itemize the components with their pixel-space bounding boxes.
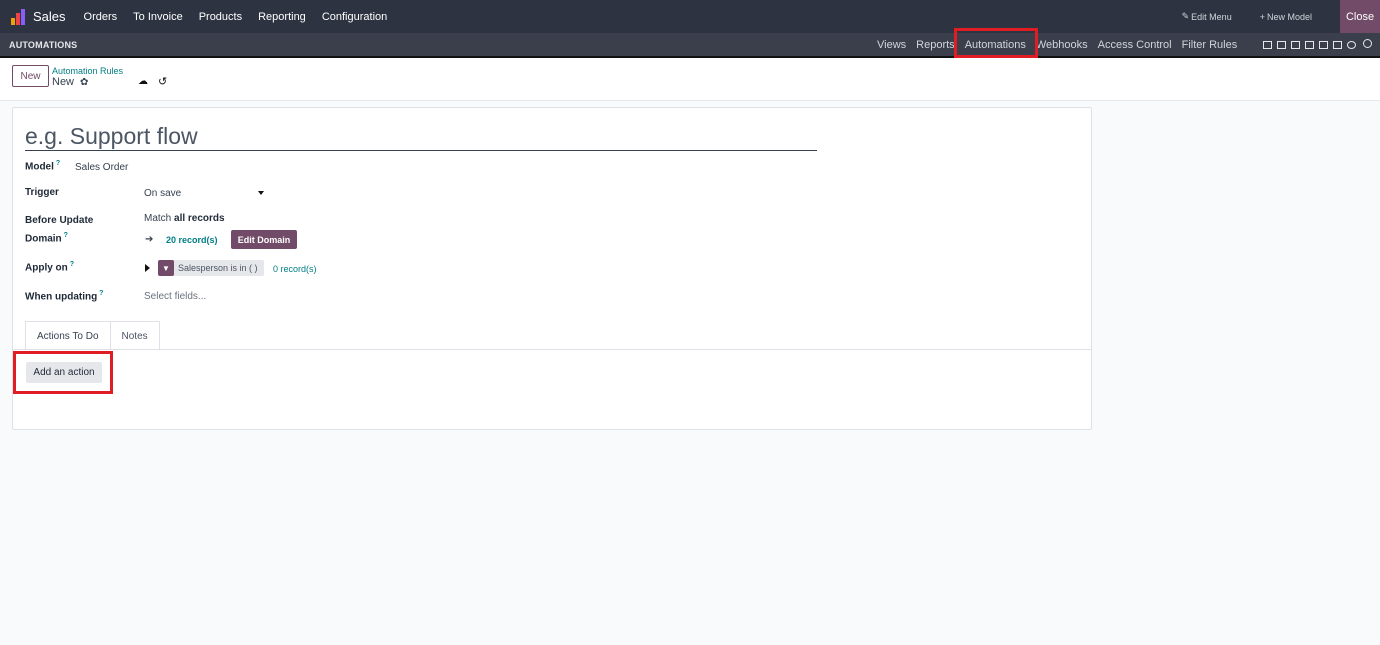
form-sheet: Model ? Sales Order Trigger On save Befo… xyxy=(12,107,1092,430)
tab-reports[interactable]: Reports xyxy=(911,39,960,51)
edit-menu-label: Edit Menu xyxy=(1191,11,1232,22)
records-count-link[interactable]: 20 record(s) xyxy=(166,235,218,245)
rule-name-input[interactable] xyxy=(25,122,817,151)
tab-filter-rules[interactable]: Filter Rules xyxy=(1177,39,1243,51)
studio-title: AUTOMATIONS xyxy=(9,39,78,50)
filter-icon: ▼ xyxy=(158,260,174,276)
breadcrumb-automation-rules[interactable]: Automation Rules xyxy=(52,66,123,76)
studio-actions: ✎ Edit Menu + New Model Close xyxy=(1182,0,1380,33)
tab-actions-to-do[interactable]: Actions To Do xyxy=(25,321,111,350)
plus-icon: + xyxy=(1259,11,1265,22)
kanban-view-icon[interactable] xyxy=(1291,40,1300,49)
edit-menu-button[interactable]: ✎ Edit Menu xyxy=(1182,11,1232,22)
discard-icon[interactable]: ↺ xyxy=(158,75,167,88)
close-button[interactable]: Close xyxy=(1340,0,1380,33)
model-value[interactable]: Sales Order xyxy=(75,162,128,173)
tab-webhooks[interactable]: Webhooks xyxy=(1031,39,1093,51)
when-updating-label: When updating ? xyxy=(25,290,104,303)
match-records-text: Match all records xyxy=(144,213,225,224)
cloud-save-icon[interactable]: ☁ xyxy=(138,76,148,87)
gear-icon[interactable]: ✿ xyxy=(80,77,88,88)
new-model-label: New Model xyxy=(1266,11,1312,22)
menu-orders[interactable]: Orders xyxy=(84,11,118,23)
edit-domain-button[interactable]: Edit Domain xyxy=(231,230,297,249)
tab-access-control[interactable]: Access Control xyxy=(1093,39,1177,51)
pencil-icon: ✎ xyxy=(1181,11,1190,21)
tab-views[interactable]: Views xyxy=(872,39,911,51)
app-name[interactable]: Sales xyxy=(33,9,66,24)
tabs-divider xyxy=(13,349,1091,350)
trigger-select[interactable]: On save xyxy=(144,188,264,202)
graph-view-icon[interactable] xyxy=(1319,40,1328,49)
studio-subbar: AUTOMATIONS Views Reports Automations We… xyxy=(0,33,1380,58)
calendar-view-icon[interactable] xyxy=(1305,40,1314,49)
activity-view-icon[interactable] xyxy=(1347,40,1356,49)
menu-to-invoice[interactable]: To Invoice xyxy=(133,11,183,23)
pivot-view-icon[interactable] xyxy=(1333,40,1342,49)
before-update-domain-label: Before Update Domain ? xyxy=(25,215,94,245)
breadcrumb-current: New ✿ xyxy=(52,76,88,88)
model-label: Model ? xyxy=(25,160,61,173)
menu-products[interactable]: Products xyxy=(199,11,242,23)
tab-notes[interactable]: Notes xyxy=(110,321,160,350)
filter-tag[interactable]: ▼ Salesperson is in ( ) xyxy=(158,260,264,276)
top-navbar: Sales Orders To Invoice Products Reporti… xyxy=(0,0,1380,33)
breadcrumb-current-label: New xyxy=(52,76,75,88)
arrow-right-icon: ➔ xyxy=(145,234,154,245)
filter-tag-text: Salesperson is in ( ) xyxy=(178,263,258,273)
when-updating-field[interactable]: Select fields... xyxy=(144,291,206,302)
menu-reporting[interactable]: Reporting xyxy=(258,11,306,23)
new-button[interactable]: New xyxy=(12,65,49,87)
search-icon[interactable] xyxy=(1363,39,1372,48)
trigger-value: On save xyxy=(144,188,182,199)
form-view-icon[interactable] xyxy=(1263,40,1272,49)
notebook-tabs: Actions To Do Notes xyxy=(25,321,160,350)
control-panel: New Automation Rules New ✿ ☁ ↺ xyxy=(0,58,1380,101)
sales-app-icon[interactable] xyxy=(11,8,27,25)
caret-right-icon[interactable] xyxy=(145,264,150,272)
tab-automations[interactable]: Automations xyxy=(960,39,1031,51)
list-view-icon[interactable] xyxy=(1277,40,1286,49)
new-model-button[interactable]: + New Model xyxy=(1260,12,1312,22)
add-action-button[interactable]: Add an action xyxy=(26,362,102,383)
trigger-label: Trigger xyxy=(25,187,59,198)
apply-records-link[interactable]: 0 record(s) xyxy=(273,264,317,274)
menu-configuration[interactable]: Configuration xyxy=(322,11,387,23)
studio-tabs: Views Reports Automations Webhooks Acces… xyxy=(872,33,1242,56)
chevron-down-icon xyxy=(258,191,264,195)
apply-on-label: Apply on ? xyxy=(25,261,75,274)
view-switcher xyxy=(1263,33,1356,56)
